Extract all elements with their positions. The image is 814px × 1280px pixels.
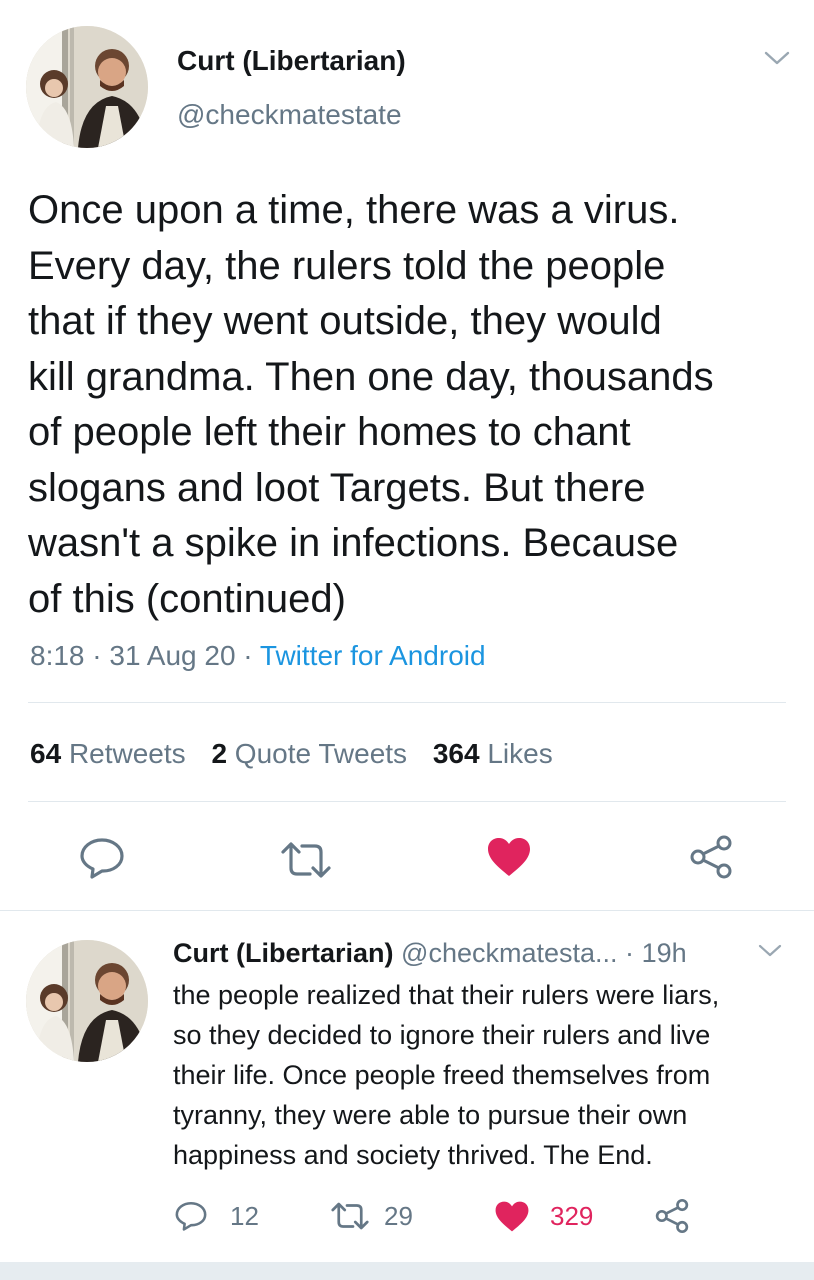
like-count: 329 xyxy=(550,1200,594,1231)
reply-icon xyxy=(175,1201,207,1231)
retweet-count: 29 xyxy=(384,1200,413,1231)
heart-icon xyxy=(495,1201,529,1231)
retweet-icon xyxy=(281,842,331,878)
divider xyxy=(0,910,814,911)
share-button[interactable] xyxy=(688,834,734,880)
quotes-label: Quote Tweets xyxy=(234,738,408,769)
likes-count: 364 xyxy=(432,738,480,769)
retweets-label: Retweets xyxy=(68,738,186,769)
meta-separator: · xyxy=(92,640,102,671)
author-handle[interactable]: @checkmatestate xyxy=(177,98,402,132)
retweets-count: 64 xyxy=(30,738,62,769)
tweet-stats: 64 Retweets 2 Quote Tweets 364 Likes xyxy=(30,736,553,772)
retweet-icon xyxy=(331,1202,369,1230)
share-icon xyxy=(690,835,732,879)
meta-separator: · xyxy=(625,938,635,968)
tweet-meta: 8:18 · 31 Aug 20 · Twitter for Android xyxy=(30,638,486,674)
chevron-down-icon[interactable] xyxy=(764,50,790,66)
reply-reply-button[interactable]: 12 xyxy=(174,1198,259,1234)
reply-button[interactable] xyxy=(78,836,126,880)
likes-stat[interactable]: 364 Likes xyxy=(433,738,553,769)
reply-icon xyxy=(80,838,124,879)
reply-header: Curt (Libertarian) @checkmatesta... · 19… xyxy=(173,935,687,971)
avatar-image xyxy=(26,26,148,148)
retweets-stat[interactable]: 64 Retweets xyxy=(30,738,193,769)
likes-label: Likes xyxy=(487,738,553,769)
author-name[interactable]: Curt (Libertarian) xyxy=(177,44,406,78)
reply-like-button[interactable]: 329 xyxy=(494,1198,593,1234)
reply-author-handle[interactable]: @checkmatesta... xyxy=(401,938,618,968)
divider xyxy=(28,702,786,703)
tweet-date: 31 Aug 20 xyxy=(109,640,236,671)
reply-author-name[interactable]: Curt (Libertarian) xyxy=(173,938,394,968)
reply-share-button[interactable] xyxy=(654,1198,690,1234)
reply-retweet-button[interactable]: 29 xyxy=(330,1198,413,1234)
tweet-time: 8:18 xyxy=(30,640,85,671)
retweet-button[interactable] xyxy=(280,840,332,880)
bottom-bar xyxy=(0,1262,814,1280)
reply-text: the people realized that their rulers we… xyxy=(173,980,720,1170)
quotes-count: 2 xyxy=(211,738,228,769)
chevron-down-icon[interactable] xyxy=(758,944,782,958)
heart-icon xyxy=(488,838,530,876)
divider xyxy=(28,801,786,802)
avatar[interactable] xyxy=(26,940,148,1062)
reply-count: 12 xyxy=(230,1200,259,1231)
tweet-text: Once upon a time, there was a virus. Eve… xyxy=(28,188,714,621)
tweet-source-link[interactable]: Twitter for Android xyxy=(260,640,486,671)
reply-age: 19h xyxy=(641,938,687,968)
like-button[interactable] xyxy=(486,836,532,878)
share-icon xyxy=(655,1199,689,1233)
meta-separator: · xyxy=(243,640,253,671)
quotes-stat[interactable]: 2 Quote Tweets xyxy=(211,738,414,769)
avatar-image xyxy=(26,940,148,1062)
avatar[interactable] xyxy=(26,26,148,148)
